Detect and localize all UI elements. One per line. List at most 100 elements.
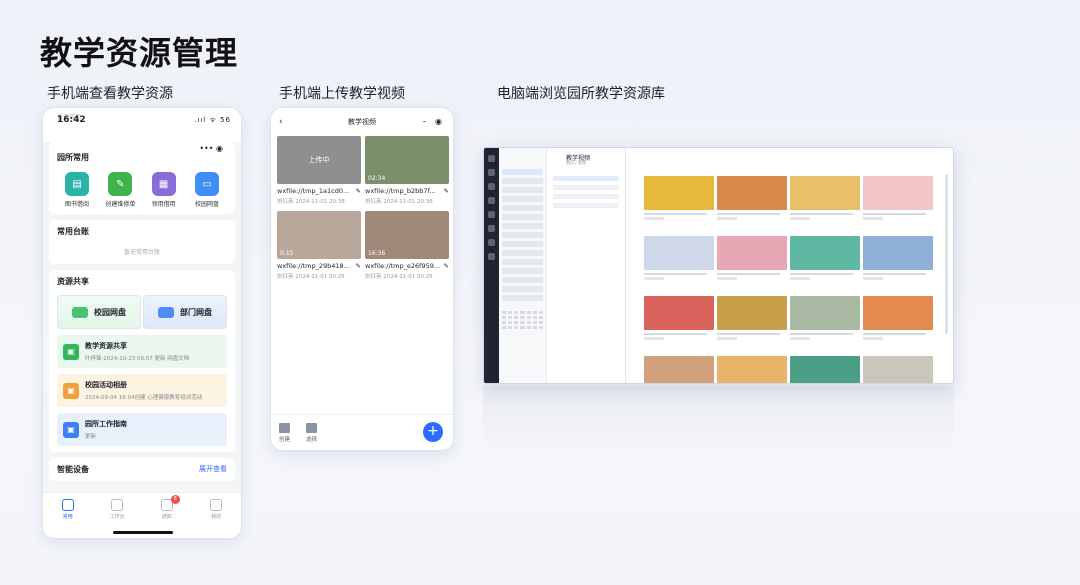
desktop-video-card[interactable] [717, 176, 787, 220]
desktop-video-card[interactable] [644, 236, 714, 280]
desktop-video-card[interactable] [790, 356, 860, 383]
video-meta: 刘红英 2024-11-01 20:25 [365, 274, 433, 280]
tab-0[interactable]: 常用 [48, 499, 88, 538]
school-disk-button[interactable]: 校园网盘 [57, 295, 141, 329]
status-time: 16:42 [57, 115, 86, 125]
desktop-video-card[interactable] [790, 176, 860, 220]
tag-chip [863, 337, 883, 340]
desktop-video-card[interactable] [863, 296, 933, 340]
app-item[interactable]: ▦ 领用借用 [144, 172, 184, 208]
desktop-video-thumbnail[interactable] [644, 236, 714, 270]
tag-chip [790, 337, 810, 340]
caption-line [790, 273, 853, 275]
add-video-button[interactable]: + [423, 422, 443, 442]
feed-title: 园所工作指南 [85, 420, 127, 428]
desktop-video-thumbnail[interactable] [863, 236, 933, 270]
tab-3[interactable]: 我的 [196, 499, 236, 538]
edit-icon[interactable]: ✎ [356, 187, 361, 195]
app-item[interactable]: ▤ 图书借阅 [57, 172, 97, 208]
video-card[interactable]: 0:15 wxfile://tmp_29b418... ✎ 刘红英 2024-11-0… [277, 211, 361, 280]
desktop-video-card[interactable] [863, 236, 933, 280]
app-label: 图书借阅 [64, 201, 89, 208]
section-title-mobile-view: 手机端查看教学资源 [47, 86, 173, 102]
feed-item[interactable]: ▣ 园所工作指南 更新 [57, 413, 227, 446]
tab-icon [210, 499, 223, 511]
create-button[interactable]: 创建 [279, 422, 291, 443]
app-item[interactable]: ▭ 校园网盘 [187, 172, 227, 208]
signal-icons: .ııl ᯤ 56 [194, 116, 231, 124]
video-card[interactable]: 02:34 wxfile://tmp_b2bb7f... ✎ 刘红英 2024-11-… [365, 136, 449, 205]
desktop-video-card[interactable] [644, 296, 714, 340]
school-disk-label: 校园网盘 [94, 307, 126, 317]
desktop-video-thumbnail[interactable] [717, 296, 787, 330]
video-thumbnail[interactable]: 0:15 [277, 211, 361, 259]
share-card: 资源共享 校园网盘 部门网盘 ▣ 教学资源共享 叶梓锋 2024-10-23 09:… [49, 270, 235, 452]
video-meta: 刘红英 2024-11-01 20:36 [365, 199, 433, 205]
feed-item[interactable]: ▣ 教学资源共享 叶梓锋 2024-10-23 09:07 更新 网盘文档 [57, 335, 227, 368]
desktop-video-card[interactable] [717, 296, 787, 340]
caption-line [790, 213, 853, 215]
video-name: wxfile://tmp_b2bb7f... [365, 187, 436, 195]
desktop-video-thumbnail[interactable] [790, 296, 860, 330]
tag-chip [863, 277, 883, 280]
desktop-video-thumbnail[interactable] [717, 176, 787, 210]
nav-bar: ‹ 教学视频 – ◉ [271, 108, 453, 136]
select-button[interactable]: 选择 [306, 422, 317, 443]
desktop-video-thumbnail[interactable] [644, 176, 714, 210]
video-meta: 刘红英 2024-11-01 20:25 [277, 274, 345, 280]
back-icon[interactable]: ‹ [279, 108, 283, 136]
notification-badge: 8 [170, 495, 180, 504]
desktop-video-card[interactable] [790, 296, 860, 340]
video-thumbnail[interactable]: 16:36 [365, 211, 449, 259]
disk-icon: ▭ [194, 172, 219, 196]
desktop-video-card[interactable] [863, 176, 933, 220]
desktop-video-card[interactable] [790, 236, 860, 280]
expand-link[interactable]: 展开查看 [199, 464, 227, 475]
tab-label: 我的 [211, 514, 222, 520]
desktop-video-thumbnail[interactable] [863, 296, 933, 330]
app-item[interactable]: ✎ 创建维修单 [100, 172, 140, 208]
folder-tree [547, 148, 626, 383]
desktop-video-card[interactable] [717, 236, 787, 280]
edit-icon[interactable]: ✎ [444, 187, 449, 195]
device-card: 智能设备 展开查看 [49, 458, 235, 481]
dept-disk-button[interactable]: 部门网盘 [143, 295, 227, 329]
desktop-video-card[interactable] [717, 356, 787, 383]
feed-title: 校园活动相册 [85, 381, 127, 389]
folder-add-icon [279, 422, 290, 433]
desktop-video-card[interactable] [863, 356, 933, 383]
video-card[interactable]: 上传中 wxfile://tmp_1a1cd0... ✎ 刘红英 2024-11-01… [277, 136, 361, 205]
desktop-video-card[interactable] [644, 356, 714, 383]
desktop-video-thumbnail[interactable] [863, 176, 933, 210]
feed-icon: ▣ [63, 421, 79, 438]
caption-line [863, 213, 926, 215]
tag-chip [644, 217, 664, 220]
ledger-title: 常用台账 [57, 227, 89, 236]
desktop-video-thumbnail[interactable] [717, 356, 787, 383]
video-thumbnail[interactable]: 上传中 [277, 136, 361, 184]
tab-label: 通知 [161, 514, 172, 520]
section-title-mobile-upload: 手机端上传教学视频 [279, 86, 405, 102]
caption-line [717, 273, 780, 275]
feed-title: 教学资源共享 [85, 342, 127, 350]
desktop-video-thumbnail[interactable] [644, 296, 714, 330]
caption-line [717, 213, 780, 215]
video-thumbnail[interactable]: 02:34 [365, 136, 449, 184]
feed-item[interactable]: ▣ 校园活动相册 2024-09-04 16:04创建 心理健康教育培训活动 [57, 374, 227, 407]
video-name: wxfile://tmp_29b418... [277, 262, 350, 270]
capsule-menu-icon[interactable]: – ◉ [422, 108, 445, 136]
desktop-video-thumbnail[interactable] [790, 356, 860, 383]
scrollbar[interactable] [945, 174, 948, 334]
desktop-video-thumbnail[interactable] [790, 236, 860, 270]
desktop-video-thumbnail[interactable] [863, 356, 933, 383]
edit-icon[interactable]: ✎ [444, 262, 449, 270]
video-meta: 刘红英 2024-11-01 20:38 [277, 199, 345, 205]
edit-icon[interactable]: ✎ [356, 262, 361, 270]
desktop-video-thumbnail[interactable] [644, 356, 714, 383]
capsule-menu-icon[interactable]: ••• ◉ [199, 144, 223, 153]
create-label: 创建 [279, 436, 291, 443]
desktop-video-card[interactable] [644, 176, 714, 220]
video-card[interactable]: 16:36 wxfile://tmp_e26f959... ✎ 刘红英 2024-11… [365, 211, 449, 280]
desktop-video-thumbnail[interactable] [717, 236, 787, 270]
desktop-video-thumbnail[interactable] [790, 176, 860, 210]
